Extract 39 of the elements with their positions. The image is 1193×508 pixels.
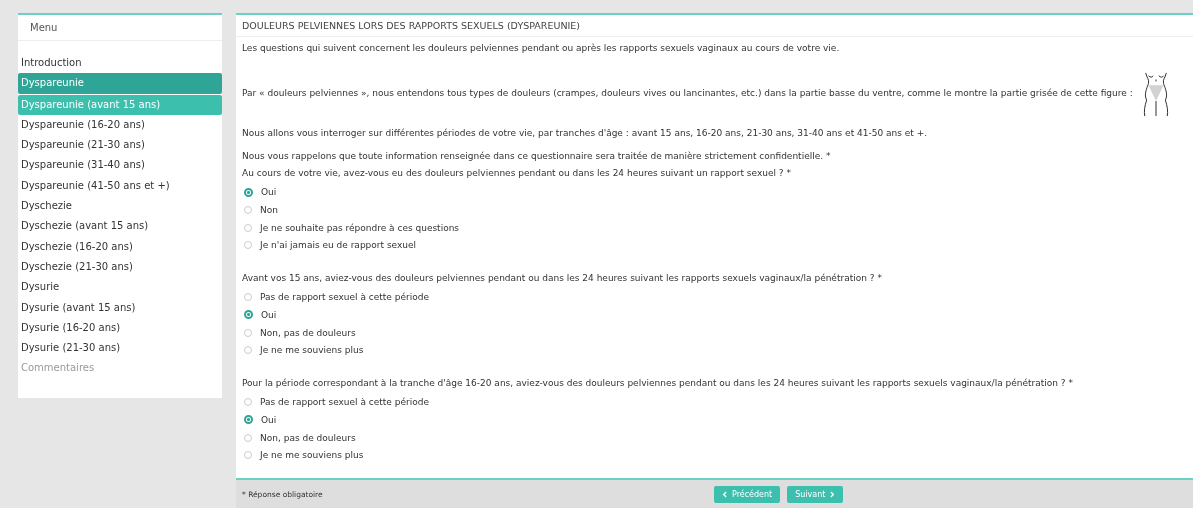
definition-text: Par « douleurs pelviennes », nous entendons tous types de douleurs (crampes, douleurs vives ou lancinantes, etc.) dans la partie basse du ventre, comme le montre la partie grisée de cette figure : xyxy=(242,87,1133,101)
option-label: Je ne souhaite pas répondre à ces questions xyxy=(260,222,460,233)
option-label: Oui xyxy=(261,187,277,198)
option-label: Je ne me souviens plus xyxy=(260,345,364,356)
periods-text: Nous allons vous interroger sur différentes périodes de votre vie, par tranches d'âge : avant 15 ans, 16-20 ans, 21-30 ans, 31-40 ans et 41-50 ans et +. xyxy=(242,126,929,140)
sidebar-item[interactable]: Dyspareunie (31-40 ans) xyxy=(18,155,222,176)
option-label: Pas de rapport sexuel à cette période xyxy=(260,397,429,408)
option-label: Je ne me souviens plus xyxy=(260,450,364,461)
radio-button[interactable] xyxy=(244,415,253,425)
sidebar-item[interactable]: Dysurie (avant 15 ans) xyxy=(18,297,222,318)
sidebar-item[interactable]: Dyspareunie (41-50 ans et +) xyxy=(18,175,222,197)
option-label: Non, pas de douleurs xyxy=(260,327,356,338)
option-label: Non, pas de douleurs xyxy=(260,432,356,443)
sidebar-item[interactable]: Dyschezie (21-30 ans) xyxy=(18,256,222,278)
intro-text: Les questions qui suivent concernent les douleurs pelviennes pendant ou après les rapports sexuels vaginaux au cours de votre vie. xyxy=(242,42,841,55)
sidebar-item[interactable]: Dysurie xyxy=(18,277,222,298)
option-label: Je n'ai jamais eu de rapport sexuel xyxy=(260,240,417,251)
question-text: Pour la période correspondant à la tranche d'âge 16-20 ans, aviez-vous des douleurs pelviennes pendant ou dans les 24 heures suivant les rapports sexuels vaginaux/la pénétration ? * xyxy=(242,377,1074,391)
sidebar-item[interactable]: Introduction xyxy=(18,53,222,74)
chevron-right-icon xyxy=(830,490,836,498)
option-label: Oui xyxy=(261,414,277,425)
sidebar-item[interactable]: Dyschezie xyxy=(18,196,222,217)
question-text: Avant vos 15 ans, aviez-vous des douleurs pelviennes pendant ou dans les 24 heures suivant les rapports sexuels vaginaux/la pénétration ? * xyxy=(242,272,883,286)
sidebar-item[interactable]: Dyspareunie (16-20 ans) xyxy=(18,114,222,136)
option-label: Non xyxy=(260,204,278,215)
question-text: Au cours de votre vie, avez-vous eu des douleurs pelviennes pendant ou dans les 24 heures suivant un rapport sexuel ? * xyxy=(242,167,792,181)
radio-button[interactable] xyxy=(244,310,253,320)
section-title: DOULEURS PELVIENNES LORS DES RAPPORTS SEXUELS (DYSPAREUNIE) xyxy=(236,15,1193,37)
option-label: Pas de rapport sexuel à cette période xyxy=(260,292,429,303)
sidebar-item[interactable]: Dysurie (16-20 ans) xyxy=(18,317,222,339)
sidebar-item[interactable]: Dyschezie (16-20 ans) xyxy=(18,236,222,257)
sidebar-item[interactable]: Dyschezie (avant 15 ans) xyxy=(18,216,222,237)
radio-button[interactable] xyxy=(244,187,253,197)
sidebar-item[interactable]: Dysurie (21-30 ans) xyxy=(18,338,222,359)
confidential-text: Nous vous rappelons que toute information renseignée dans ce questionnaire sera traitée de manière strictement confidentielle. * xyxy=(242,149,832,163)
sidebar-item[interactable]: Dyspareunie (21-30 ans) xyxy=(18,135,222,156)
sidebar-title: Menu xyxy=(18,15,222,41)
option-label: Oui xyxy=(261,309,277,320)
chevron-left-icon xyxy=(722,490,727,498)
